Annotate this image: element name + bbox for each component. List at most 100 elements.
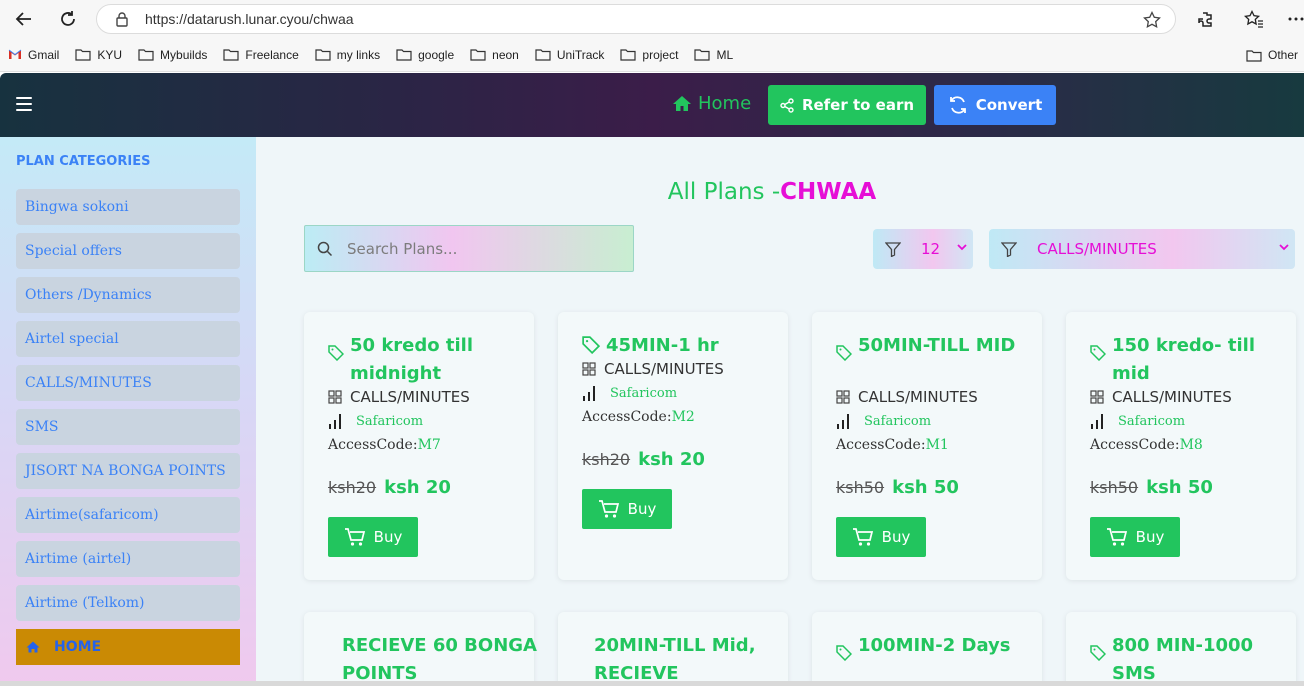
sidebar-item-sms[interactable]: SMS xyxy=(16,409,240,445)
cart-icon xyxy=(852,528,873,546)
bookmark-label: ML xyxy=(716,47,734,62)
bookmark-folder[interactable]: KYU xyxy=(75,48,122,62)
sidebar-item-bonga-points[interactable]: JISORT NA BONGA POINTS xyxy=(16,453,240,489)
count-filter-select[interactable]: 12 xyxy=(873,229,973,269)
plan-old-price: ksh20 xyxy=(582,450,631,469)
plan-network: Safaricom xyxy=(582,384,677,402)
sidebar-item-calls-minutes[interactable]: CALLS/MINUTES xyxy=(16,365,240,401)
plan-access-code: AccessCode:M7 xyxy=(328,437,441,453)
address-bar[interactable]: https://datarush.lunar.cyou/chwaa xyxy=(96,4,1176,34)
bookmark-folder[interactable]: Freelance xyxy=(223,48,299,62)
plan-old-price: ksh50 xyxy=(836,478,885,497)
sidebar-item-airtime-telkom[interactable]: Airtime (Telkom) xyxy=(16,585,240,621)
sidebar: PLAN CATEGORIES Bingwa sokoni Special of… xyxy=(0,137,256,686)
bookmark-folder[interactable]: project xyxy=(620,48,678,62)
bookmark-folder[interactable]: my links xyxy=(315,48,380,62)
sidebar-item-airtime-airtel[interactable]: Airtime (airtel) xyxy=(16,541,240,577)
sidebar-home-button[interactable]: HOME xyxy=(16,629,240,665)
home-link[interactable]: Home xyxy=(672,93,751,114)
plan-old-price: ksh20 xyxy=(328,478,377,497)
more-menu-icon[interactable] xyxy=(1282,5,1304,33)
filter-icon xyxy=(1001,241,1017,257)
menu-icon[interactable] xyxy=(16,97,32,111)
plan-network: Safaricom xyxy=(836,412,931,430)
sidebar-item-special-offers[interactable]: Special offers xyxy=(16,233,240,269)
signal-icon xyxy=(329,414,341,429)
favorites-icon[interactable] xyxy=(1240,5,1268,33)
plan-card: RECIEVE 60 BONGA POINTS xyxy=(304,612,537,686)
plan-category-label: CALLS/MINUTES xyxy=(350,388,470,406)
plan-network: Safaricom xyxy=(328,412,423,430)
plan-card: 150 kredo- till mid CALLS/MINUTES Safari… xyxy=(1066,312,1296,580)
plan-title: 150 kredo- till mid xyxy=(1112,335,1255,384)
home-label: Home xyxy=(698,93,752,114)
plan-card: 100MIN-2 Days xyxy=(812,612,1042,686)
bookmark-folder[interactable]: ML xyxy=(694,48,733,62)
chevron-down-icon xyxy=(1279,244,1289,251)
plan-network: Safaricom xyxy=(1090,412,1185,430)
page-title-highlight: CHWAA xyxy=(780,179,877,205)
tag-icon xyxy=(836,345,852,361)
sidebar-item-others-dynamics[interactable]: Others /Dynamics xyxy=(16,277,240,313)
horizontal-scrollbar[interactable] xyxy=(0,681,1304,686)
other-bookmarks[interactable]: Other xyxy=(1246,48,1298,62)
sidebar-item-bingwa-sokoni[interactable]: Bingwa sokoni xyxy=(16,189,240,225)
reload-icon[interactable] xyxy=(54,5,82,33)
access-code-label: AccessCode: xyxy=(836,437,926,453)
sidebar-item-airtime-safaricom[interactable]: Airtime(safaricom) xyxy=(16,497,240,533)
bookmark-label: neon xyxy=(492,47,519,62)
tag-icon xyxy=(582,336,600,354)
bookmark-label: google xyxy=(418,47,455,62)
bookmark-folder[interactable]: Mybuilds xyxy=(138,48,207,62)
bookmark-gmail[interactable]: Gmail xyxy=(8,48,59,62)
bookmark-folder[interactable]: google xyxy=(396,48,454,62)
plan-title: RECIEVE 60 BONGA POINTS xyxy=(342,635,537,684)
buy-label: Buy xyxy=(1135,528,1165,546)
home-icon xyxy=(673,96,691,111)
back-icon[interactable] xyxy=(10,5,38,33)
tag-icon xyxy=(1090,645,1106,661)
category-filter-select[interactable]: CALLS/MINUTES xyxy=(989,229,1295,269)
search-icon xyxy=(317,241,333,256)
plan-title: 800 MIN-1000 SMS xyxy=(1112,635,1254,684)
buy-label: Buy xyxy=(881,528,911,546)
plan-old-price: ksh50 xyxy=(1090,478,1139,497)
extensions-icon[interactable] xyxy=(1192,5,1220,33)
buy-button[interactable]: Buy xyxy=(328,517,418,557)
plan-title: 50 kredo till midnight xyxy=(350,335,474,384)
plan-category: CALLS/MINUTES xyxy=(836,388,978,406)
bookmark-star-icon[interactable] xyxy=(1143,10,1161,33)
plan-new-price: ksh 50 xyxy=(892,477,959,498)
buy-button[interactable]: Buy xyxy=(582,489,672,529)
buy-button[interactable]: Buy xyxy=(1090,517,1180,557)
main-content: All Plans -CHWAA Search Plans... 12 CALL… xyxy=(256,137,1304,686)
access-code-label: AccessCode: xyxy=(1090,437,1180,453)
sidebar-home-label: HOME xyxy=(54,639,102,655)
plan-network-label: Safaricom xyxy=(356,413,424,429)
bookmark-folder[interactable]: neon xyxy=(470,48,519,62)
folder-icon xyxy=(138,49,154,61)
sidebar-item-airtel-special[interactable]: Airtel special xyxy=(16,321,240,357)
bookmark-label: Gmail xyxy=(28,47,60,62)
signal-icon xyxy=(1091,414,1103,429)
plan-title: 45MIN-1 hr xyxy=(606,335,719,356)
refer-to-earn-button[interactable]: Refer to earn xyxy=(768,85,926,125)
search-input[interactable]: Search Plans... xyxy=(304,225,634,272)
plan-title: 50MIN-TILL MID xyxy=(858,335,1016,356)
bookmark-label: my links xyxy=(336,47,381,62)
app-header: Home Refer to earn Convert xyxy=(0,73,1304,137)
buy-button[interactable]: Buy xyxy=(836,517,926,557)
plan-price: ksh20 ksh 20 xyxy=(328,477,451,498)
plan-card: 50 kredo till midnight CALLS/MINUTES Saf… xyxy=(304,312,534,580)
bookmark-folder[interactable]: UniTrack xyxy=(535,48,604,62)
cart-icon xyxy=(598,500,619,518)
count-filter-value: 12 xyxy=(921,240,941,258)
plan-network-label: Safaricom xyxy=(610,385,678,401)
convert-button[interactable]: Convert xyxy=(934,85,1056,125)
url-text: https://datarush.lunar.cyou/chwaa xyxy=(145,11,354,27)
plan-card: 50MIN-TILL MID CALLS/MINUTES Safaricom A… xyxy=(812,312,1042,580)
category-filter-value: CALLS/MINUTES xyxy=(1037,240,1157,258)
plan-card: 800 MIN-1000 SMS xyxy=(1066,612,1296,686)
bookmark-label: Mybuilds xyxy=(160,47,208,62)
plan-network-label: Safaricom xyxy=(1118,413,1186,429)
